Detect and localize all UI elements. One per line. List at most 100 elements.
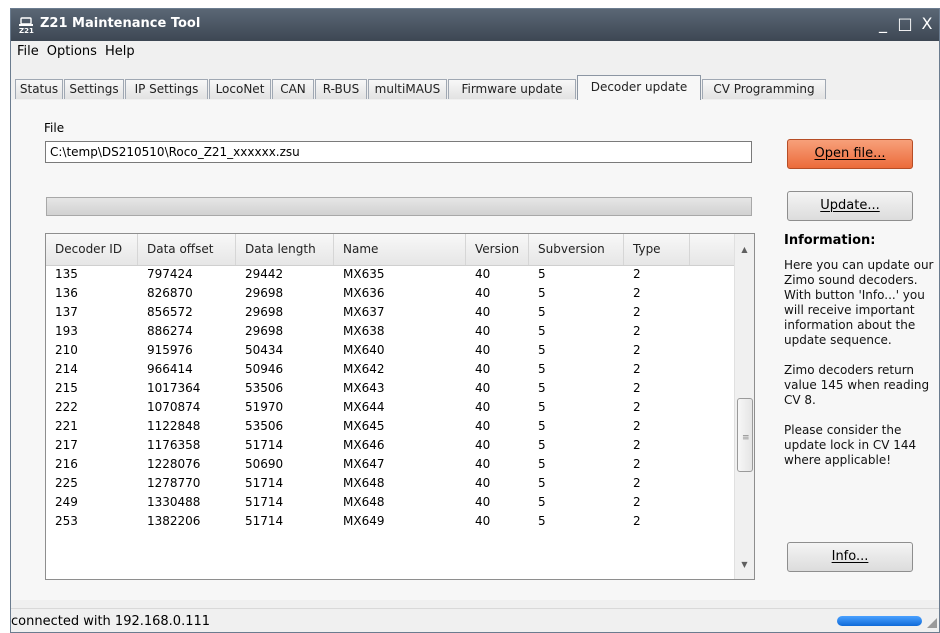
- cell-data-length: 29442: [245, 267, 284, 281]
- cell-type: 2: [633, 457, 641, 471]
- cell-data-length: 29698: [245, 324, 284, 338]
- cell-decoder-id: 217: [55, 438, 78, 452]
- col-data-length[interactable]: Data length: [236, 234, 334, 265]
- cell-type: 2: [633, 514, 641, 528]
- cell-decoder-id: 225: [55, 476, 78, 490]
- tab-r-bus[interactable]: R-BUS: [315, 79, 367, 99]
- title-bar[interactable]: Z21 Z21 Maintenance Tool _ □ X: [11, 9, 939, 41]
- col-decoder-id[interactable]: Decoder ID: [46, 234, 138, 265]
- cell-version: 40: [475, 362, 491, 376]
- table-row[interactable]: 193 886274 29698 MX638 40 5 2: [46, 322, 734, 341]
- menu-file[interactable]: File: [11, 41, 43, 59]
- table-row[interactable]: 221 1122848 53506 MX645 40 5 2: [46, 417, 734, 436]
- table-row[interactable]: 253 1382206 51714 MX649 40 5 2: [46, 512, 734, 531]
- cell-name: MX643: [343, 381, 385, 395]
- cell-name: MX649: [343, 514, 385, 528]
- cell-data-offset: 1017364: [147, 381, 201, 395]
- cell-name: MX637: [343, 305, 385, 319]
- cell-name: MX644: [343, 400, 385, 414]
- table-row[interactable]: 249 1330488 51714 MX648 40 5 2: [46, 493, 734, 512]
- tab-can[interactable]: CAN: [272, 79, 314, 99]
- cell-name: MX647: [343, 457, 385, 471]
- col-subversion[interactable]: Subversion: [529, 234, 624, 265]
- cell-decoder-id: 137: [55, 305, 78, 319]
- scroll-down-icon[interactable]: ▼: [735, 555, 754, 574]
- cell-data-length: 50690: [245, 457, 284, 471]
- table-row[interactable]: 222 1070874 51970 MX644 40 5 2: [46, 398, 734, 417]
- scroll-up-icon[interactable]: ▲: [735, 240, 754, 259]
- cell-version: 40: [475, 476, 491, 490]
- menu-bar: File Options Help: [11, 41, 939, 63]
- tab-status[interactable]: Status: [15, 79, 63, 99]
- cell-data-length: 51714: [245, 438, 284, 452]
- cell-decoder-id: 221: [55, 419, 78, 433]
- cell-data-length: 29698: [245, 286, 284, 300]
- cell-type: 2: [633, 476, 641, 490]
- information-paragraph: Please consider the update lock in CV 14…: [784, 423, 917, 467]
- tab-loconet[interactable]: LocoNet: [209, 79, 271, 99]
- tab-decoder-update[interactable]: Decoder update: [577, 75, 701, 100]
- col-data-offset[interactable]: Data offset: [138, 234, 236, 265]
- tab-multimaus[interactable]: multiMAUS: [368, 79, 447, 99]
- table-row[interactable]: 217 1176358 51714 MX646 40 5 2: [46, 436, 734, 455]
- cell-type: 2: [633, 381, 641, 395]
- cell-name: MX635: [343, 267, 385, 281]
- svg-text:Z21: Z21: [19, 27, 34, 33]
- information-text: Here you can update our Zimo sound decod…: [784, 258, 934, 483]
- col-version[interactable]: Version: [466, 234, 529, 265]
- table-scrollbar[interactable]: ▲ ≡ ▼: [734, 234, 754, 579]
- resize-grip-icon[interactable]: [926, 617, 938, 629]
- file-path-input[interactable]: [45, 141, 752, 163]
- table-row[interactable]: 210 915976 50434 MX640 40 5 2: [46, 341, 734, 360]
- table-row[interactable]: 214 966414 50946 MX642 40 5 2: [46, 360, 734, 379]
- grip-icon: ≡: [742, 433, 750, 443]
- cell-subversion: 5: [538, 400, 546, 414]
- scroll-thumb[interactable]: ≡: [737, 398, 753, 472]
- close-icon[interactable]: X: [917, 13, 937, 35]
- cell-version: 40: [475, 495, 491, 509]
- table-row[interactable]: 225 1278770 51714 MX648 40 5 2: [46, 474, 734, 493]
- tab-ip-settings[interactable]: IP Settings: [125, 79, 208, 99]
- cell-decoder-id: 253: [55, 514, 78, 528]
- cell-type: 2: [633, 495, 641, 509]
- maximize-icon[interactable]: □: [895, 13, 915, 35]
- table-row[interactable]: 135 797424 29442 MX635 40 5 2: [46, 265, 734, 284]
- tab-firmware-update[interactable]: Firmware update: [448, 79, 576, 99]
- tab-settings[interactable]: Settings: [64, 79, 124, 99]
- file-label: File: [44, 121, 65, 135]
- minimize-icon[interactable]: _: [873, 13, 893, 35]
- cell-decoder-id: 193: [55, 324, 78, 338]
- cell-subversion: 5: [538, 419, 546, 433]
- window-title: Z21 Maintenance Tool: [40, 16, 201, 31]
- info-button[interactable]: Info...: [787, 542, 913, 572]
- cell-subversion: 5: [538, 438, 546, 452]
- connection-status: connected with 192.168.0.111: [11, 614, 211, 629]
- cell-subversion: 5: [538, 343, 546, 357]
- menu-options[interactable]: Options: [43, 41, 101, 59]
- cell-version: 40: [475, 514, 491, 528]
- cell-name: MX640: [343, 343, 385, 357]
- col-type[interactable]: Type: [624, 234, 690, 265]
- information-title: Information:: [784, 233, 876, 248]
- cell-data-length: 53506: [245, 381, 284, 395]
- cell-data-length: 50946: [245, 362, 284, 376]
- menu-help[interactable]: Help: [101, 41, 139, 59]
- decoder-table: Decoder ID Data offset Data length Name …: [45, 233, 755, 580]
- cell-data-length: 50434: [245, 343, 284, 357]
- cell-type: 2: [633, 305, 641, 319]
- tab-cv-programming[interactable]: CV Programming: [702, 79, 826, 99]
- table-row[interactable]: 136 826870 29698 MX636 40 5 2: [46, 284, 734, 303]
- cell-name: MX638: [343, 324, 385, 338]
- tab-bar: Status Settings IP Settings LocoNet CAN …: [11, 75, 939, 101]
- open-file-button[interactable]: Open file...: [787, 139, 913, 169]
- table-row[interactable]: 137 856572 29698 MX637 40 5 2: [46, 303, 734, 322]
- cell-data-offset: 1382206: [147, 514, 201, 528]
- cell-type: 2: [633, 267, 641, 281]
- cell-type: 2: [633, 343, 641, 357]
- table-row[interactable]: 215 1017364 53506 MX643 40 5 2: [46, 379, 734, 398]
- update-button[interactable]: Update...: [787, 191, 913, 221]
- cell-type: 2: [633, 400, 641, 414]
- table-row[interactable]: 216 1228076 50690 MX647 40 5 2: [46, 455, 734, 474]
- cell-type: 2: [633, 438, 641, 452]
- col-name[interactable]: Name: [334, 234, 466, 265]
